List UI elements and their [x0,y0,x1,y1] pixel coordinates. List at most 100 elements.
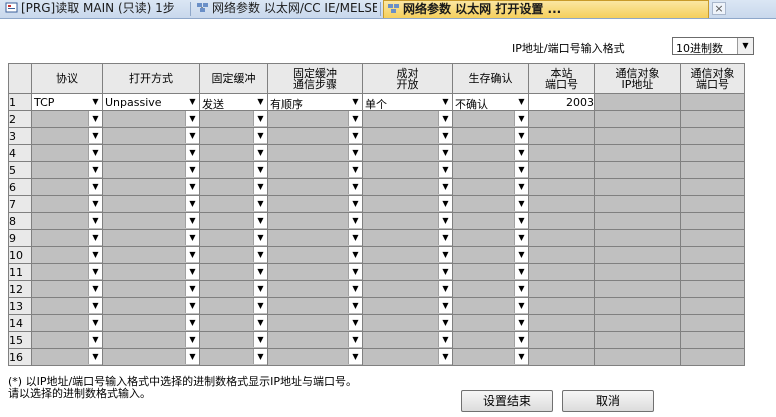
pairing-select[interactable]: ▼ [362,127,453,145]
chevron-down-icon[interactable]: ▼ [438,111,452,126]
chevron-down-icon[interactable]: ▼ [88,264,102,279]
host-port-field[interactable] [528,280,595,298]
chevron-down-icon[interactable]: ▼ [514,162,528,177]
chevron-down-icon[interactable]: ▼ [185,298,199,313]
existence-confirm-select[interactable]: ▼ [452,280,529,298]
chevron-down-icon[interactable]: ▼ [185,349,199,364]
procedure-select[interactable]: ▼ [267,246,363,264]
existence-confirm-select[interactable]: ▼ [452,331,529,349]
chevron-down-icon[interactable]: ▼ [438,179,452,194]
protocol-select[interactable]: ▼ [31,314,103,332]
open-mode-select[interactable]: ▼ [102,263,200,281]
chevron-down-icon[interactable]: ▼ [88,332,102,347]
chevron-down-icon[interactable]: ▼ [438,264,452,279]
chevron-down-icon[interactable]: ▼ [514,315,528,330]
chevron-down-icon[interactable]: ▼ [348,332,362,347]
chevron-down-icon[interactable]: ▼ [438,315,452,330]
chevron-down-icon[interactable]: ▼ [348,179,362,194]
chevron-down-icon[interactable]: ▼ [514,111,528,126]
host-port-field[interactable] [528,212,595,230]
host-port-field[interactable] [528,161,595,179]
fixed-buffer-select[interactable]: ▼ [199,144,268,162]
chevron-down-icon[interactable]: ▼ [185,247,199,262]
chevron-down-icon[interactable]: ▼ [438,162,452,177]
pairing-select[interactable]: ▼ [362,263,453,281]
fixed-buffer-select[interactable]: ▼ [199,348,268,366]
chevron-down-icon[interactable]: ▼ [253,298,267,313]
chevron-down-icon[interactable]: ▼ [88,247,102,262]
chevron-down-icon[interactable]: ▼ [348,264,362,279]
chevron-down-icon[interactable]: ▼ [185,162,199,177]
procedure-select[interactable]: ▼ [267,161,363,179]
host-port-field[interactable] [528,110,595,128]
chevron-down-icon[interactable]: ▼ [253,247,267,262]
fixed-buffer-select[interactable]: ▼ [199,127,268,145]
pairing-select[interactable]: ▼ [362,212,453,230]
host-port-field[interactable] [528,127,595,145]
protocol-select[interactable]: ▼ [31,229,103,247]
chevron-down-icon[interactable]: ▼ [253,111,267,126]
chevron-down-icon[interactable]: ▼ [348,111,362,126]
host-port-field[interactable]: 2003 [528,93,595,111]
chevron-down-icon[interactable]: ▼ [438,332,452,347]
chevron-down-icon[interactable]: ▼ [185,230,199,245]
chevron-down-icon[interactable]: ▼ [514,264,528,279]
procedure-select[interactable]: ▼ [267,178,363,196]
chevron-down-icon[interactable]: ▼ [185,145,199,160]
chevron-down-icon[interactable]: ▼ [253,145,267,160]
chevron-down-icon[interactable]: ▼ [185,128,199,143]
host-port-field[interactable] [528,331,595,349]
pairing-select[interactable]: ▼ [362,195,453,213]
chevron-down-icon[interactable]: ▼ [348,145,362,160]
fixed-buffer-select[interactable]: 发送 ▼ [199,93,268,111]
fixed-buffer-select[interactable]: ▼ [199,178,268,196]
protocol-select[interactable]: ▼ [31,161,103,179]
chevron-down-icon[interactable]: ▼ [439,94,452,109]
pairing-select[interactable]: ▼ [362,331,453,349]
open-mode-select[interactable]: ▼ [102,348,200,366]
pairing-select[interactable]: ▼ [362,161,453,179]
host-port-field[interactable] [528,229,595,247]
protocol-select[interactable]: ▼ [31,263,103,281]
chevron-down-icon[interactable]: ▼ [253,264,267,279]
protocol-select[interactable]: ▼ [31,331,103,349]
host-port-field[interactable] [528,246,595,264]
chevron-down-icon[interactable]: ▼ [348,315,362,330]
protocol-select[interactable]: ▼ [31,212,103,230]
fixed-buffer-select[interactable]: ▼ [199,161,268,179]
chevron-down-icon[interactable]: ▼ [438,281,452,296]
protocol-select[interactable]: ▼ [31,348,103,366]
chevron-down-icon[interactable]: ▼ [88,179,102,194]
open-mode-select[interactable]: Unpassive ▼ [102,93,200,111]
fixed-buffer-select[interactable]: ▼ [199,263,268,281]
existence-confirm-select[interactable]: ▼ [452,263,529,281]
close-tab-icon[interactable]: × [712,2,726,15]
chevron-down-icon[interactable]: ▼ [348,247,362,262]
chevron-down-icon[interactable]: ▼ [185,213,199,228]
existence-confirm-select[interactable]: ▼ [452,144,529,162]
tab-program-main[interactable]: [PRG]读取 MAIN (只读) 1步 [2,0,188,17]
existence-confirm-select[interactable]: ▼ [452,297,529,315]
host-port-field[interactable] [528,144,595,162]
ip-format-select[interactable]: 10进制数 ▼ [672,37,754,55]
open-mode-select[interactable]: ▼ [102,212,200,230]
fixed-buffer-select[interactable]: ▼ [199,246,268,264]
host-port-field[interactable] [528,314,595,332]
chevron-down-icon[interactable]: ▼ [185,111,199,126]
existence-confirm-select[interactable]: 不确认 ▼ [452,93,529,111]
open-mode-select[interactable]: ▼ [102,178,200,196]
protocol-select[interactable]: ▼ [31,144,103,162]
pairing-select[interactable]: ▼ [362,144,453,162]
protocol-select[interactable]: ▼ [31,246,103,264]
protocol-select[interactable]: ▼ [31,297,103,315]
existence-confirm-select[interactable]: ▼ [452,314,529,332]
chevron-down-icon[interactable]: ▼ [348,196,362,211]
chevron-down-icon[interactable]: ▼ [89,94,102,109]
existence-confirm-select[interactable]: ▼ [452,161,529,179]
existence-confirm-select[interactable]: ▼ [452,246,529,264]
procedure-select[interactable]: ▼ [267,229,363,247]
chevron-down-icon[interactable]: ▼ [514,230,528,245]
pairing-select[interactable]: ▼ [362,178,453,196]
open-mode-select[interactable]: ▼ [102,110,200,128]
fixed-buffer-select[interactable]: ▼ [199,229,268,247]
